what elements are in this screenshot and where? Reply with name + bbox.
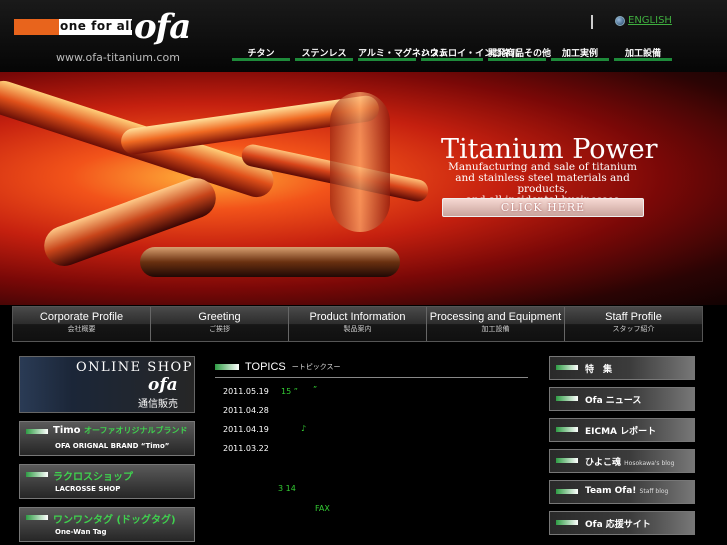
section-nav-sublabel: 加工設備 [481, 325, 510, 333]
section-nav: Corporate Profile 会社概要 Greeting ご挨拶 Prod… [12, 306, 703, 342]
right-banner-ofa-news[interactable]: Ofa ニュース [549, 387, 695, 411]
left-column: ONLINE SHOP ofa 通信販売 Timo オーファオリジナルブランド … [19, 356, 195, 545]
ofa-logo[interactable]: ofa [134, 10, 191, 44]
section-nav-label: Staff Profile [605, 311, 662, 323]
right-banner-title: Ofa ニュース [585, 396, 642, 406]
top-nav-processing-equipment[interactable]: 加工設備 [614, 45, 672, 61]
section-nav-label: Product Information [309, 311, 406, 323]
section-nav-sublabel: スタッフ紹介 [612, 325, 655, 333]
hero-photo-tube [330, 92, 390, 232]
right-banner-title: 特 集 [585, 365, 613, 375]
right-banner-staff-blog[interactable]: Team Ofa! Staff blog [549, 480, 695, 504]
topic-link[interactable]: ♪ [301, 424, 306, 433]
right-banner-eicma-report[interactable]: EICMA レポート [549, 418, 695, 442]
left-banner-subtitle: OFA ORIGNAL BRAND “Timo” [55, 442, 170, 450]
top-nav-development-products[interactable]: 開発商品その他 [488, 45, 551, 61]
left-banner-title: Timo オーファオリジナルブランド [53, 425, 188, 436]
topics-title: TOPICS [245, 361, 286, 373]
hero-banner: Titanium Power Manufacturing and sale of… [0, 72, 727, 305]
section-nav-sublabel: 会社概要 [67, 325, 96, 333]
right-banner-support-site[interactable]: Ofa 応援サイト [549, 511, 695, 535]
flag-icon [556, 396, 578, 401]
topic-date: 2011.05.19 [223, 387, 269, 396]
topics-header: TOPICS ートピックスー [215, 361, 528, 378]
left-banner-subtitle: LACROSSE SHOP [55, 485, 121, 493]
site-header: one for all ofa www.ofa-titanium.com ENG… [0, 0, 727, 72]
top-nav-aluminum-magnesium[interactable]: アルミ・マグネシウム [358, 45, 448, 61]
online-shop-logo: ofa [148, 375, 178, 395]
topic-date: 2011.04.19 [223, 425, 269, 434]
topic-text: FAX [315, 504, 330, 513]
flag-icon [556, 365, 578, 370]
topics-subtitle: ートピックスー [291, 363, 341, 371]
right-banner-title: ひよこ魂 Hosokawa's blog [585, 458, 675, 468]
right-column: 特 集 Ofa ニュース EICMA レポート ひよこ魂 Hosokawa's … [549, 356, 695, 542]
top-nav: チタン ステンレス アルミ・マグネシウム ハステロイ・インコネル 開発商品その他… [232, 45, 672, 61]
online-shop-subtitle: 通信販売 [138, 399, 178, 410]
top-nav-titanium[interactable]: チタン [232, 45, 290, 61]
section-nav-sublabel: ご挨拶 [209, 325, 230, 333]
section-nav-greeting[interactable]: Greeting ご挨拶 [151, 307, 289, 341]
language-divider [591, 15, 593, 29]
site-url: www.ofa-titanium.com [56, 51, 180, 64]
left-banner-title: ワンワンタグ (ドッグタグ) [53, 515, 176, 526]
topics-section: TOPICS ートピックスー 2011.05.19 15 ” ” 2011.04… [215, 361, 528, 513]
flag-icon [26, 429, 48, 434]
topic-date: 2011.04.28 [223, 406, 269, 415]
flag-icon [26, 515, 48, 520]
section-nav-label: Processing and Equipment [429, 311, 562, 323]
left-banner-subtitle: One-Wan Tag [55, 528, 107, 536]
english-link[interactable]: ENGLISH [615, 15, 672, 26]
flag-icon [556, 427, 578, 432]
right-banner-title: Ofa 応援サイト [585, 520, 651, 530]
online-shop-title: ONLINE SHOP [76, 360, 193, 375]
topic-link[interactable]: 15 ” [281, 387, 298, 396]
hero-photo-tube [140, 247, 400, 277]
section-nav-label: Corporate Profile [39, 311, 124, 323]
lacrosse-shop-banner[interactable]: ラクロスショップ LACROSSE SHOP [19, 464, 195, 499]
globe-icon [615, 15, 625, 26]
topic-date: 2011.03.22 [223, 444, 269, 453]
section-nav-label: Greeting [198, 311, 241, 323]
logo-tagline: one for all [60, 19, 135, 33]
right-banner-hosokawa-blog[interactable]: ひよこ魂 Hosokawa's blog [549, 449, 695, 473]
section-nav-staff-profile[interactable]: Staff Profile スタッフ紹介 [565, 307, 702, 341]
flag-icon [556, 520, 578, 525]
right-banner-feature[interactable]: 特 集 [549, 356, 695, 380]
section-nav-sublabel: 製品案内 [343, 325, 372, 333]
flag-icon [215, 364, 239, 370]
topic-link[interactable]: ” [313, 385, 317, 394]
section-nav-processing-equipment[interactable]: Processing and Equipment 加工設備 [427, 307, 565, 341]
right-banner-title: Team Ofa! Staff blog [585, 486, 669, 496]
online-shop-banner[interactable]: ONLINE SHOP ofa 通信販売 [19, 356, 195, 413]
section-nav-product-information[interactable]: Product Information 製品案内 [289, 307, 427, 341]
right-banner-title: EICMA レポート [585, 427, 657, 437]
click-here-button[interactable]: CLICK HERE [442, 198, 644, 217]
timo-brand-banner[interactable]: Timo オーファオリジナルブランド OFA ORIGNAL BRAND “Ti… [19, 421, 195, 456]
hero-subtitle-line: and stainless steel materials and produc… [455, 172, 630, 195]
top-nav-hastelloy-inconel[interactable]: ハステロイ・インコネル [421, 45, 520, 61]
topic-text: 3 14 [278, 484, 296, 493]
flag-icon [556, 458, 578, 463]
english-link-label: ENGLISH [628, 15, 672, 26]
one-wan-tag-banner[interactable]: ワンワンタグ (ドッグタグ) One-Wan Tag [19, 507, 195, 542]
flag-icon [556, 489, 578, 494]
top-nav-stainless[interactable]: ステンレス [295, 45, 353, 61]
top-nav-processing-examples[interactable]: 加工実例 [551, 45, 609, 61]
flag-icon [26, 472, 48, 477]
left-banner-title: ラクロスショップ [53, 472, 133, 483]
section-nav-corporate-profile[interactable]: Corporate Profile 会社概要 [13, 307, 151, 341]
